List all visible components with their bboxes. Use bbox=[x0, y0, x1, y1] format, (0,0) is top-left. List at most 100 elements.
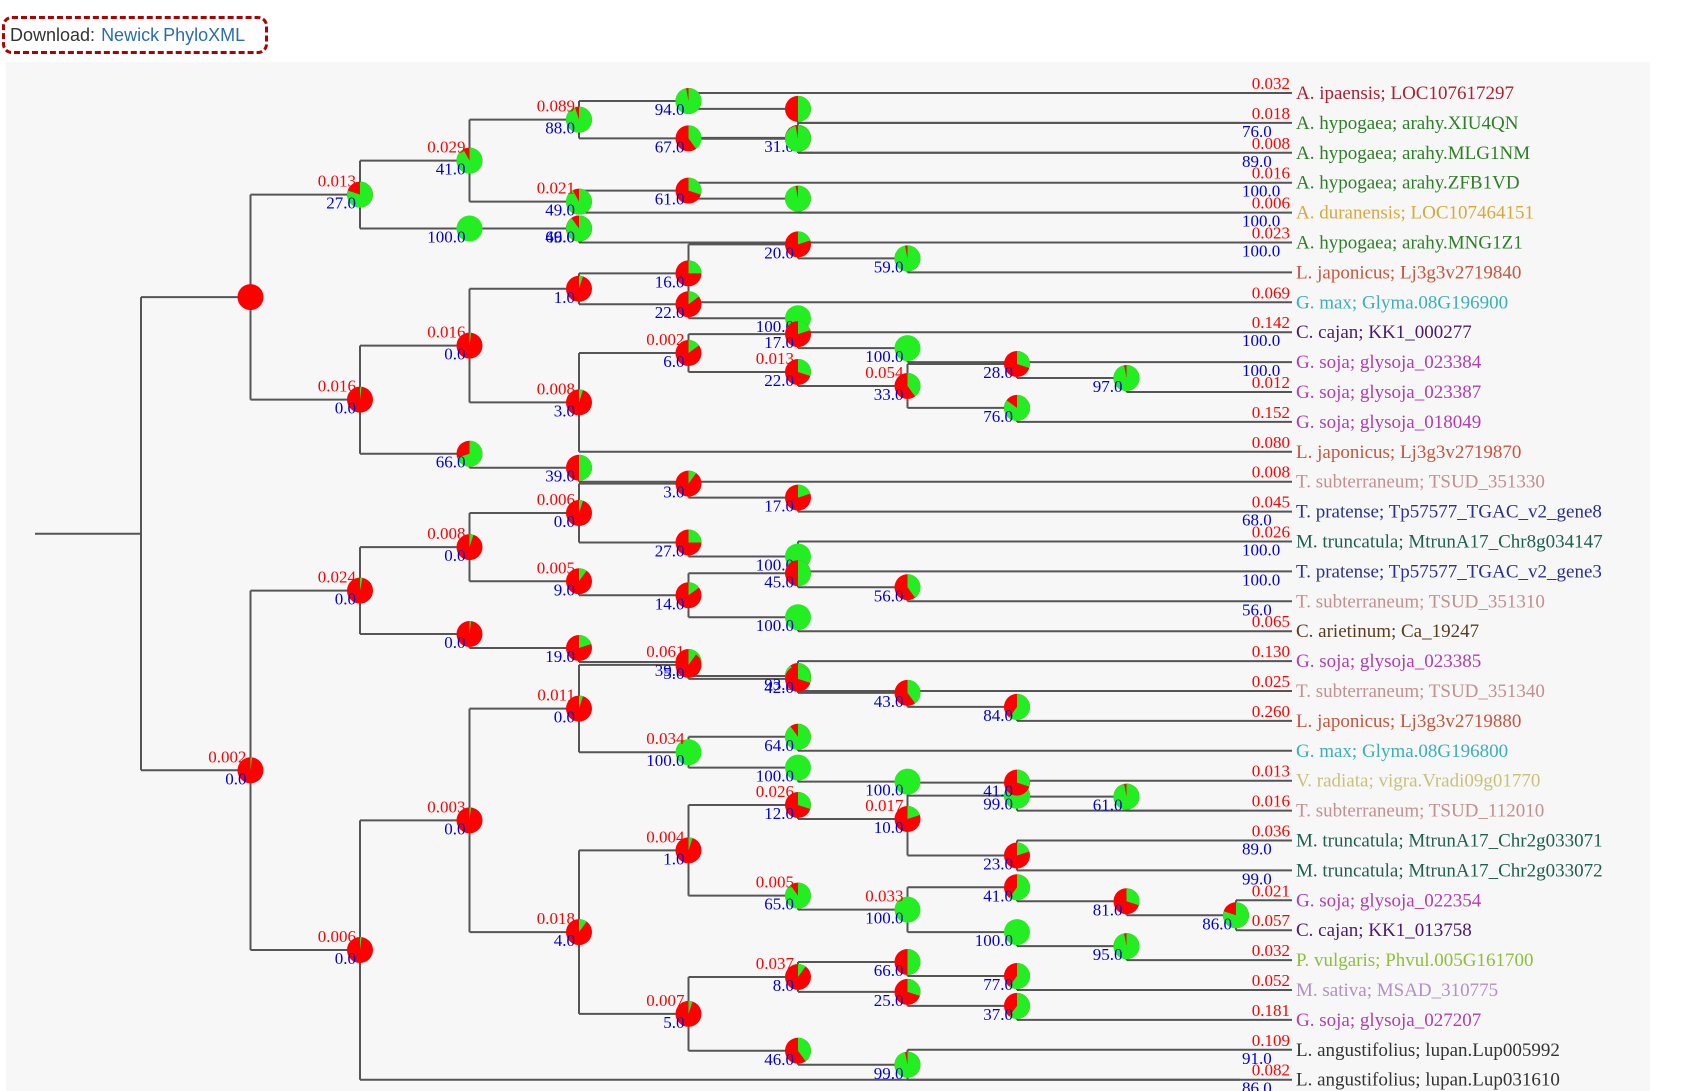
branch-length-label: 0.033 bbox=[865, 887, 903, 906]
leaf-length-label: 0.016 bbox=[1252, 164, 1290, 183]
support-label: 22.0 bbox=[655, 303, 685, 322]
leaf-label: G. soja; glysoja_023387 bbox=[1296, 382, 1481, 403]
support-label: 77.0 bbox=[983, 975, 1013, 994]
support-label: 19.0 bbox=[545, 647, 575, 666]
leaf-length-label: 0.013 bbox=[1252, 762, 1290, 781]
support-label: 5.0 bbox=[663, 664, 684, 683]
branch-length-label: 0.029 bbox=[427, 138, 465, 157]
support-label: 14.0 bbox=[655, 594, 685, 613]
support-label: 61.0 bbox=[1093, 796, 1123, 815]
support-pie-red bbox=[237, 284, 264, 311]
leaf-label: G. max; Glyma.08G196900 bbox=[1296, 292, 1508, 313]
support-pie-green bbox=[579, 454, 592, 481]
leaf-length-label: 0.130 bbox=[1252, 642, 1290, 661]
support-label: 86.0 bbox=[1202, 914, 1232, 933]
branch-length-label: 0.037 bbox=[756, 954, 795, 973]
support-label: 27.0 bbox=[326, 194, 356, 213]
leaf-length-label: 0.142 bbox=[1252, 313, 1290, 332]
branch-length-label: 0.024 bbox=[318, 568, 357, 587]
branch-length-label: 0.016 bbox=[427, 323, 465, 342]
branch-length-label: 0.007 bbox=[646, 991, 685, 1010]
leaf-label: G. max; Glyma.08G196800 bbox=[1296, 741, 1508, 762]
support-label: 37.0 bbox=[983, 1005, 1013, 1024]
leaf-length-label: 0.025 bbox=[1252, 672, 1290, 691]
leaf-label: G. soja; glysoja_018049 bbox=[1296, 412, 1481, 433]
support-label: 0.0 bbox=[335, 949, 356, 968]
leaf-length-label: 0.016 bbox=[1252, 792, 1290, 811]
support-label: 17.0 bbox=[764, 497, 794, 516]
support-label: 100.0 bbox=[756, 616, 794, 635]
support-label: 3.0 bbox=[554, 401, 575, 420]
leaf-length-label: 0.036 bbox=[1252, 822, 1290, 841]
leaf-label: M. truncatula; MtrunA17_Chr2g033072 bbox=[1296, 860, 1603, 881]
branch-length-label: 0.021 bbox=[537, 179, 575, 198]
leaf-label: L. angustifolius; lupan.Lup031610 bbox=[1296, 1070, 1560, 1091]
support-label: 42.0 bbox=[764, 678, 794, 697]
support-label: 12.0 bbox=[764, 804, 794, 823]
branch-length-label: 0.008 bbox=[427, 524, 465, 543]
leaf-length-label: 0.021 bbox=[1252, 881, 1290, 900]
leaf-label: A. hypogaea; arahy.MNG1Z1 bbox=[1296, 233, 1523, 254]
leaf-length-label: 0.057 bbox=[1252, 911, 1291, 930]
support-label: 95.0 bbox=[1093, 945, 1123, 964]
branch-length-label: 0.061 bbox=[646, 642, 684, 661]
branch-length-label: 0.003 bbox=[427, 797, 465, 816]
support-label: 5.0 bbox=[663, 1013, 684, 1032]
leaf-length-label: 0.008 bbox=[1252, 463, 1290, 482]
leaf-length-label: 0.069 bbox=[1252, 283, 1290, 302]
leaf-label: G. soja; glysoja_023385 bbox=[1296, 651, 1481, 672]
support-label: 84.0 bbox=[983, 706, 1013, 725]
support-label: 6.0 bbox=[663, 352, 684, 371]
support-label: 0.0 bbox=[225, 769, 246, 788]
branch-length-label: 0.005 bbox=[537, 558, 575, 577]
support-label: 81.0 bbox=[1093, 900, 1123, 919]
leaf-label: G. soja; glysoja_023384 bbox=[1296, 352, 1482, 373]
support-pie-green bbox=[798, 560, 811, 587]
leaf-label: L. japonicus; Lj3g3v2719870 bbox=[1296, 442, 1521, 463]
support-label: 97.0 bbox=[1093, 377, 1123, 396]
leaf-label: A. hypogaea; arahy.ZFB1VD bbox=[1296, 173, 1520, 194]
leaf-length-label: 0.006 bbox=[1252, 194, 1290, 213]
support-label: 28.0 bbox=[983, 363, 1013, 382]
support-pie-green bbox=[907, 949, 921, 975]
leaf-label: T. subterraneum; TSUD_351340 bbox=[1296, 681, 1545, 702]
support-label: 41.0 bbox=[983, 886, 1013, 905]
support-label: 61.0 bbox=[655, 190, 685, 209]
support-label: 45.0 bbox=[764, 572, 794, 591]
leaf-length-label: 0.026 bbox=[1252, 523, 1290, 542]
support-pie-green bbox=[688, 529, 702, 543]
support-label: 67.0 bbox=[655, 137, 685, 156]
support-label: 94.0 bbox=[655, 100, 685, 119]
support-label: 0.0 bbox=[444, 546, 465, 565]
branch-length-label: 0.002 bbox=[208, 747, 246, 766]
leaf-label: T. subterraneum; TSUD_112010 bbox=[1296, 801, 1544, 822]
support-label: 0.0 bbox=[554, 708, 575, 727]
support-label: 49.0 bbox=[545, 201, 575, 220]
support-label: 0.0 bbox=[444, 633, 465, 652]
branch-length-label: 0.016 bbox=[318, 377, 356, 396]
support-label: 39.0 bbox=[545, 467, 575, 486]
leaf-length-label: 0.260 bbox=[1252, 702, 1290, 721]
support-label: 59.0 bbox=[874, 257, 904, 276]
support-label: 64.0 bbox=[764, 736, 794, 755]
support-label: 8.0 bbox=[773, 976, 794, 995]
leaf-label: L. japonicus; Lj3g3v2719880 bbox=[1296, 711, 1521, 732]
leaf-label: C. cajan; KK1_000277 bbox=[1296, 322, 1472, 343]
leaf-length-label: 0.052 bbox=[1252, 971, 1290, 990]
leaf-length-label: 0.032 bbox=[1252, 74, 1290, 93]
branch-length-label: 0.004 bbox=[646, 827, 685, 846]
support-label: 25.0 bbox=[874, 991, 904, 1010]
branch-length-label: 0.002 bbox=[646, 330, 684, 349]
support-label: 100.0 bbox=[975, 931, 1013, 950]
support-label: 43.0 bbox=[874, 692, 904, 711]
leaf-support-label: 86.0 bbox=[1242, 1079, 1272, 1091]
branch-length-label: 0.005 bbox=[756, 873, 794, 892]
support-label: 9.0 bbox=[554, 580, 575, 599]
branch-length-label: 0.013 bbox=[756, 349, 794, 368]
leaf-support-label: 100.0 bbox=[1242, 331, 1280, 350]
leaf-label: C. arietinum; Ca_19247 bbox=[1296, 621, 1479, 642]
support-label: 41.0 bbox=[436, 160, 466, 179]
leaf-length-label: 0.018 bbox=[1252, 104, 1290, 123]
phylogenetic-tree: 94.031.067.00.08988.061.00.02149.00.0294… bbox=[35, 74, 1603, 1091]
branch-length-label: 0.054 bbox=[865, 363, 904, 382]
